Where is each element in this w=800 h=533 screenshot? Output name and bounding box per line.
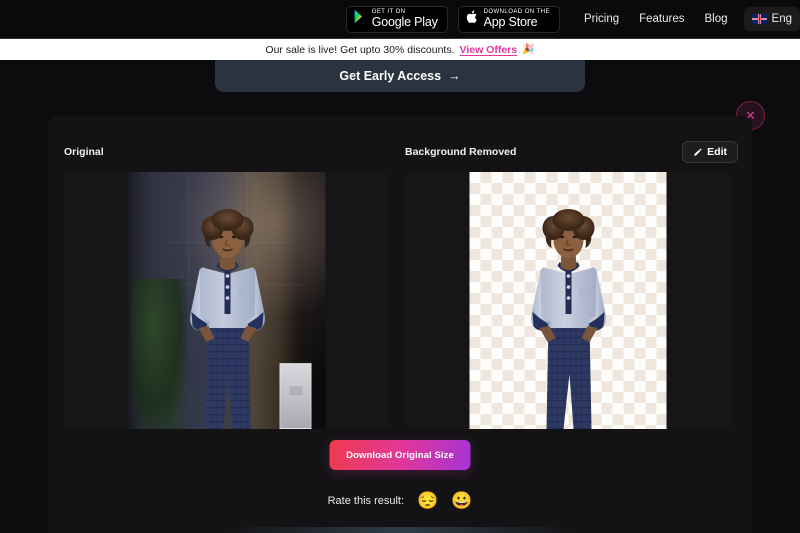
get-early-access-banner[interactable]: Get Early Access → xyxy=(215,60,585,92)
arrow-right-icon: → xyxy=(448,69,461,83)
announcement-bar: Our sale is live! Get upto 30% discounts… xyxy=(0,38,800,60)
page-root: GET IT ON Google Play Download on the Ap… xyxy=(0,0,800,533)
get-early-access-label: Get Early Access xyxy=(339,69,442,83)
top-navigation-bar: GET IT ON Google Play Download on the Ap… xyxy=(0,0,800,38)
download-original-size-button[interactable]: Download Original Size xyxy=(329,440,471,470)
edit-button-label: Edit xyxy=(707,146,727,158)
nav-items: GET IT ON Google Play Download on the Ap… xyxy=(345,0,800,38)
pencil-icon xyxy=(693,148,702,157)
rating-row: Rate this result: 😔 😀 xyxy=(328,492,473,509)
removed-photo xyxy=(469,172,667,429)
apple-icon xyxy=(466,9,479,30)
rate-this-result-label: Rate this result: xyxy=(327,494,405,507)
card-header: Original Background Removed Edit xyxy=(48,116,752,176)
uk-flag-icon xyxy=(751,14,767,24)
original-photo xyxy=(128,172,326,429)
party-popper-icon: 🎉 xyxy=(522,44,535,55)
original-image-pane[interactable] xyxy=(64,172,390,429)
language-selector[interactable]: Eng xyxy=(743,7,800,31)
footer-section-edge xyxy=(225,527,575,533)
app-store-text: Download on the App Store xyxy=(484,9,550,29)
google-play-title: Google Play xyxy=(371,15,438,30)
original-label: Original xyxy=(64,146,104,158)
app-store-badge[interactable]: Download on the App Store xyxy=(457,5,560,33)
background-removed-label: Background Removed xyxy=(405,146,517,158)
happy-face-icon[interactable]: 😀 xyxy=(451,492,472,509)
view-offers-link[interactable]: View Offers xyxy=(460,44,518,56)
nav-link-pricing[interactable]: Pricing xyxy=(574,13,629,25)
person-figure-cutout xyxy=(530,209,606,429)
background-removed-pane[interactable] xyxy=(405,172,731,429)
announcement-message: Our sale is live! Get upto 30% discounts… xyxy=(265,43,455,56)
language-label: Eng xyxy=(771,13,792,25)
nav-link-features[interactable]: Features xyxy=(629,13,694,25)
google-play-text: GET IT ON Google Play xyxy=(372,9,438,29)
google-play-badge[interactable]: GET IT ON Google Play xyxy=(345,5,448,33)
nav-link-blog[interactable]: Blog xyxy=(695,13,738,25)
download-button-label: Download Original Size xyxy=(346,449,454,461)
app-store-title: App Store xyxy=(483,15,538,30)
google-play-icon xyxy=(354,9,367,29)
edit-button[interactable]: Edit xyxy=(682,141,738,163)
result-card: Original Background Removed Edit xyxy=(48,116,752,533)
sad-face-icon[interactable]: 😔 xyxy=(417,492,438,509)
person-figure xyxy=(189,209,265,429)
